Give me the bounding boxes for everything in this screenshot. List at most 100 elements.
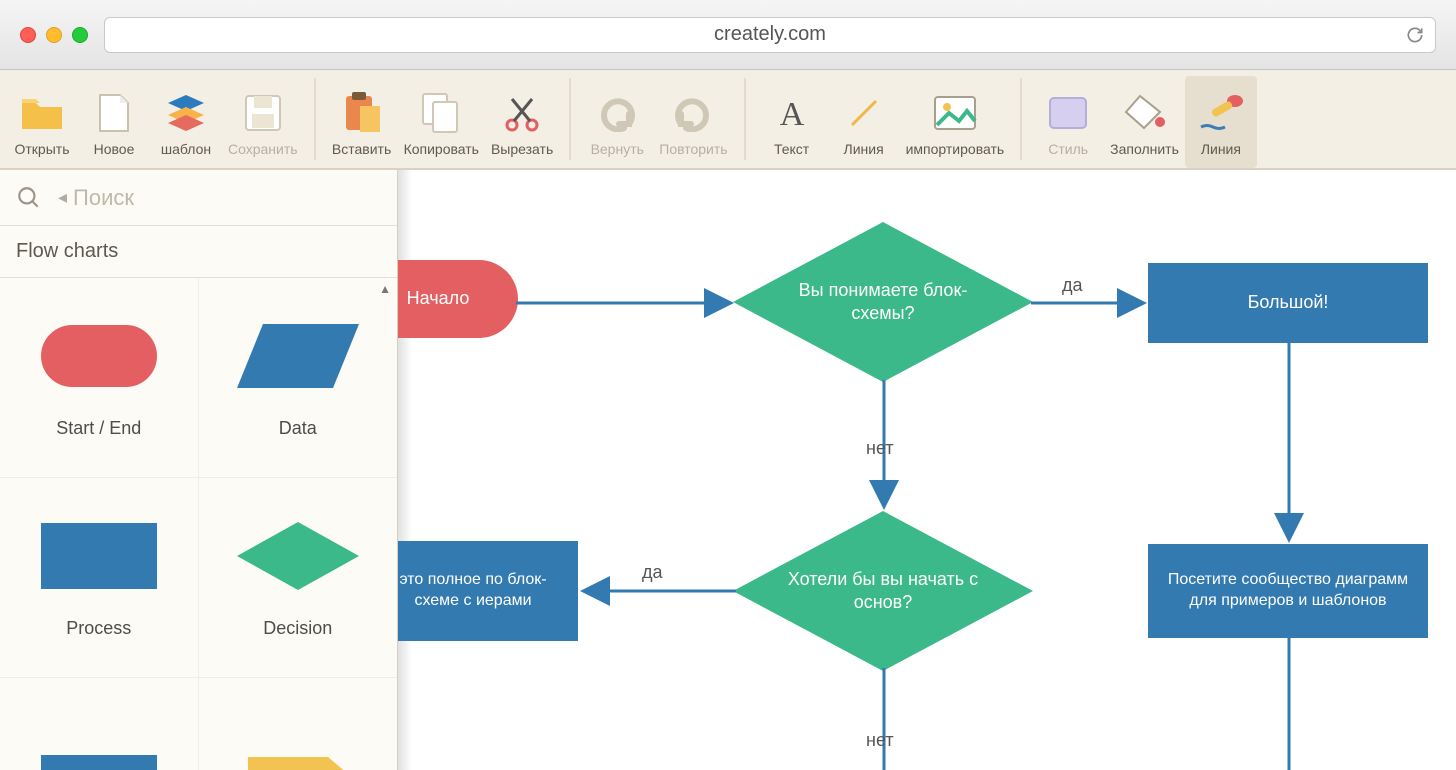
template-button[interactable]: шаблон [150,76,222,168]
category-label: Flow charts [16,240,118,262]
shape-label: Process [66,618,131,639]
style-swatch-icon [1048,88,1088,138]
node-text: Посетите сообщество диаграмм для примеро… [1158,570,1418,612]
edge-label-yes: да [1062,275,1083,296]
edge-label-no: нет [866,438,894,459]
shape-process[interactable]: Process [0,478,199,678]
copy-label: Копировать [404,138,479,160]
window-controls [20,27,88,43]
decision-shape-icon [233,516,363,596]
text-label: Текст [774,138,809,160]
import-label: импортировать [906,138,1005,160]
connector[interactable] [877,668,891,770]
image-icon [933,88,977,138]
undo-label: Вернуть [591,138,644,160]
maximize-window-button[interactable] [72,27,88,43]
open-label: Открыть [15,138,70,160]
shape-data[interactable]: Data [199,278,398,478]
template-label: шаблон [161,138,211,160]
save-label: Сохранить [228,138,298,160]
scissors-icon [502,88,542,138]
node-process-great[interactable]: Большой! [1148,263,1428,343]
shape-list: ▲ Start / End Data [0,278,397,770]
node-start[interactable]: Начало [398,260,518,338]
shape-label: Start / End [56,418,141,439]
main-area: ◂ Flow charts ▲ Start / End Data [0,170,1456,770]
save-icon [244,88,282,138]
new-button[interactable]: Новое [78,76,150,168]
svg-text:A: A [779,96,804,131]
node-decision-basics[interactable]: Хотели бы вы начать с основ? [733,511,1033,671]
open-button[interactable]: Открыть [6,76,78,168]
address-bar[interactable]: creately.com [104,17,1436,53]
shape-label: Decision [263,618,332,639]
line-tool-button[interactable]: Линия [828,76,900,168]
connector[interactable] [1031,296,1151,310]
terminator-shape-icon [39,316,159,396]
copy-button[interactable]: Копировать [398,76,485,168]
line-icon [846,88,882,138]
process-shape-icon [39,516,159,596]
node-decision-understand[interactable]: Вы понимаете блок-схемы? [733,222,1033,382]
connector[interactable] [516,296,738,310]
scroll-up-icon[interactable]: ▲ [379,282,391,296]
connector[interactable] [576,584,736,598]
template-icon [164,88,208,138]
fill-button[interactable]: Заполнить [1104,76,1185,168]
data-shape-icon [233,316,363,396]
canvas[interactable]: Начало Вы понимаете блок-схемы? Большой!… [398,170,1456,770]
minimize-window-button[interactable] [46,27,62,43]
copy-icon [421,88,461,138]
line-style-label: Линия [1201,138,1241,160]
cut-label: Вырезать [491,138,553,160]
folder-icon [20,88,64,138]
search-row: ◂ [0,170,397,226]
paste-label: Вставить [332,138,391,160]
connector[interactable] [1282,636,1296,770]
tag-shape-icon [238,738,358,770]
undo-icon [597,88,637,138]
collapse-caret-icon[interactable]: ◂ [58,187,73,208]
shape-extra-2[interactable] [199,678,398,770]
shape-start-end[interactable]: Start / End [0,278,199,478]
paste-button[interactable]: Вставить [326,76,398,168]
search-input[interactable] [73,185,397,211]
import-button[interactable]: импортировать [900,76,1011,168]
edge-label-yes: да [642,562,663,583]
process-shape-icon [39,738,159,770]
shape-decision[interactable]: Decision [199,478,398,678]
node-process-community[interactable]: Посетите сообщество диаграмм для примеро… [1148,544,1428,638]
redo-icon [673,88,713,138]
text-tool-button[interactable]: A Текст [756,76,828,168]
undo-button[interactable]: Вернуть [581,76,653,168]
paint-bucket-icon [1124,88,1166,138]
search-icon[interactable] [0,185,58,211]
shapes-sidebar: ◂ Flow charts ▲ Start / End Data [0,170,398,770]
redo-button[interactable]: Повторить [653,76,733,168]
style-button[interactable]: Стиль [1032,76,1104,168]
pencil-icon [1197,88,1245,138]
node-text: Начало [407,287,470,310]
refresh-icon[interactable] [1405,25,1425,45]
node-text: Хотели бы вы начать с основ? [785,568,981,615]
text-icon: A [774,88,810,138]
toolbar: Открыть Новое шаблон Сохранить [0,70,1456,170]
line-tool-label: Линия [844,138,884,160]
node-text: Вы понимаете блок-схемы? [785,279,981,326]
node-text: Большой! [1248,291,1329,314]
shape-label: Data [279,418,317,439]
connector[interactable] [1282,341,1296,547]
line-style-button[interactable]: Линия [1185,76,1257,168]
node-text: это полное по блок-схеме с иерами [398,570,568,612]
fill-label: Заполнить [1110,138,1179,160]
node-process-guide[interactable]: это полное по блок-схеме с иерами [398,541,578,641]
edge-label-no: нет [866,730,894,751]
cut-button[interactable]: Вырезать [485,76,559,168]
new-file-icon [97,88,131,138]
new-label: Новое [94,138,135,160]
close-window-button[interactable] [20,27,36,43]
save-button[interactable]: Сохранить [222,76,304,168]
category-header[interactable]: Flow charts [0,226,397,278]
browser-chrome: creately.com [0,0,1456,70]
shape-extra-1[interactable] [0,678,199,770]
